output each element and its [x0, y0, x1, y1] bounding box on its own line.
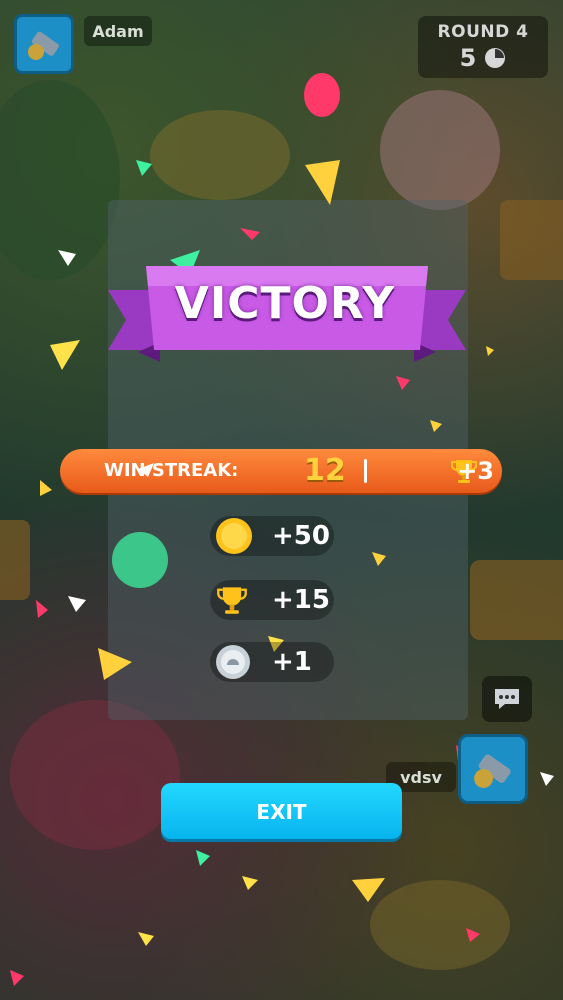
confetti-piece: [486, 346, 494, 356]
win-streak-label: WIN STREAK:: [104, 460, 239, 481]
coin-icon: [216, 518, 252, 554]
confetti-piece: [50, 340, 80, 370]
reward-medal-value: +1: [272, 647, 312, 677]
confetti-piece: [242, 876, 258, 890]
reward-trophies-value: +15: [272, 585, 330, 615]
confetti-piece: [396, 376, 410, 390]
confetti-piece: [352, 878, 385, 902]
trophy-icon: [217, 587, 247, 614]
exit-button[interactable]: EXIT: [161, 783, 402, 839]
streak-divider: [364, 459, 367, 483]
confetti-piece: [68, 596, 86, 612]
opponent-avatar[interactable]: [458, 734, 528, 804]
confetti-piece: [36, 600, 48, 618]
reward-row-medal: +1: [210, 642, 334, 682]
win-streak-trophy-bonus: +3: [457, 457, 494, 485]
chat-bubble-icon: [495, 689, 519, 709]
confetti-glow: [112, 532, 168, 588]
win-streak-bar: WIN STREAK: 12 +3: [60, 449, 502, 493]
confetti-piece: [540, 772, 554, 786]
chat-button[interactable]: [482, 676, 532, 722]
confetti-piece: [138, 932, 154, 946]
confetti-piece: [304, 73, 340, 117]
confetti-piece: [58, 250, 76, 266]
confetti-piece: [430, 420, 442, 432]
confetti-piece: [305, 160, 340, 205]
victory-title: VICTORY: [174, 278, 396, 329]
reward-row-trophies: +15: [210, 580, 334, 620]
confetti-piece: [372, 552, 386, 566]
win-streak-value: 12: [304, 453, 346, 488]
silver-medal-icon: [216, 645, 250, 679]
reward-row-coins: +50: [210, 516, 334, 556]
confetti-piece: [466, 928, 480, 942]
confetti-piece: [40, 480, 52, 496]
confetti-piece: [136, 160, 152, 176]
confetti-piece: [10, 970, 24, 986]
reward-coins-value: +50: [272, 521, 330, 551]
confetti-piece: [196, 850, 210, 866]
cannon-icon: [474, 754, 511, 788]
confetti-piece: [240, 228, 260, 240]
confetti-particles: [10, 73, 554, 986]
confetti-piece: [98, 648, 132, 680]
